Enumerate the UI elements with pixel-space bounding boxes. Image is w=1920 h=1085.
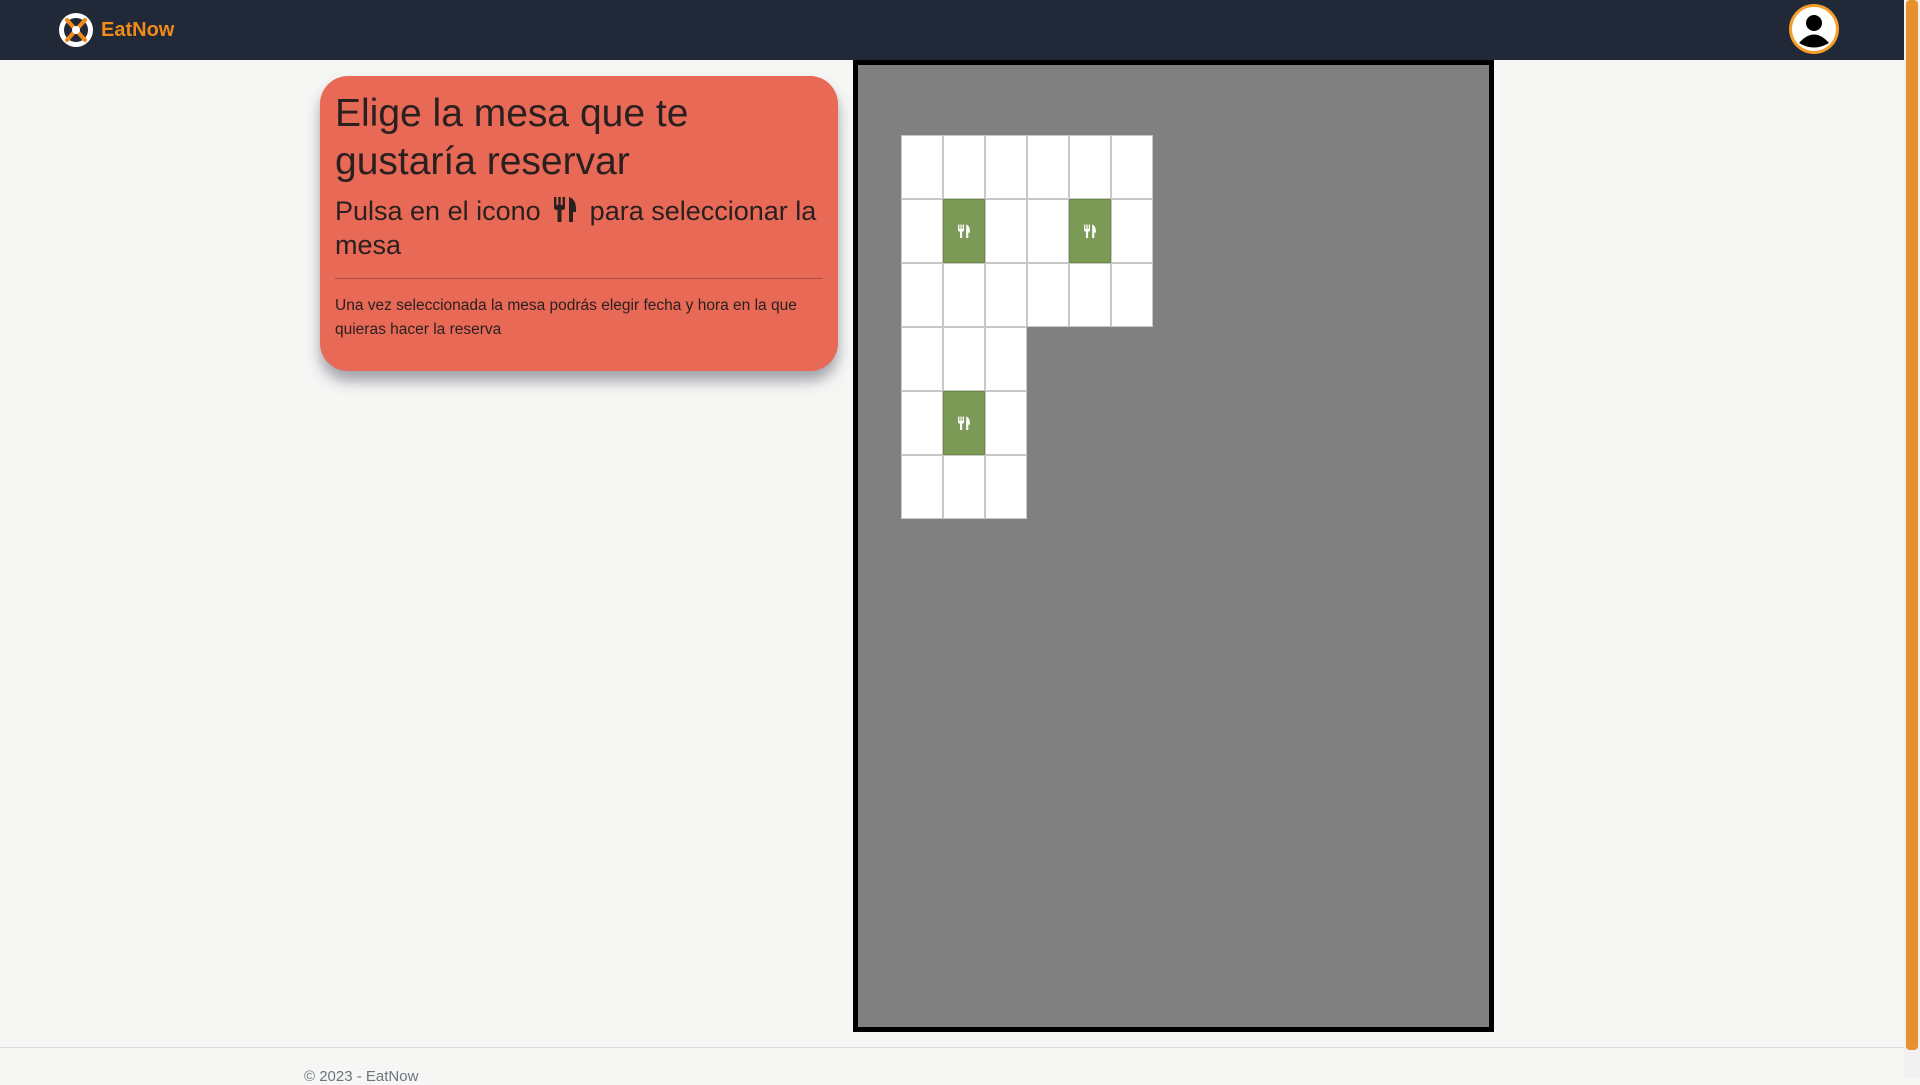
floor-tile — [943, 135, 985, 199]
floor-tile — [1111, 199, 1153, 263]
footer-copyright: © 2023 - EatNow — [304, 1068, 419, 1085]
table-select-button[interactable] — [943, 199, 985, 263]
floor-tile — [985, 263, 1027, 327]
floor-tile — [901, 327, 943, 391]
user-avatar-icon — [1792, 7, 1836, 51]
top-navbar: EatNow — [0, 0, 1904, 60]
eatnow-logo-icon — [59, 13, 93, 47]
table-select-button[interactable] — [1069, 199, 1111, 263]
utensils-icon — [554, 197, 577, 222]
utensils-icon — [1084, 224, 1096, 238]
floor-tile — [985, 455, 1027, 519]
floor-tile — [985, 135, 1027, 199]
brand-link[interactable]: EatNow — [58, 10, 174, 50]
subtitle-text-before: Pulsa en el icono — [335, 196, 541, 226]
page-footer: © 2023 - EatNow — [0, 1047, 1904, 1085]
table-select-button[interactable] — [943, 391, 985, 455]
floor-tile — [901, 391, 943, 455]
floor-tile — [1027, 199, 1069, 263]
utensils-icon — [958, 224, 970, 238]
page-title: Elige la mesa que te gustaría reservar — [335, 92, 689, 183]
floor-tile — [901, 199, 943, 263]
instructions-subtitle: Pulsa en el icono para seleccionar la me… — [335, 194, 823, 262]
floor-tile — [985, 327, 1027, 391]
restaurant-floor-plan — [853, 60, 1494, 1032]
utensils-icon — [958, 416, 970, 430]
floor-tile — [1111, 135, 1153, 199]
floor-tile — [901, 135, 943, 199]
page-scrollbar-thumb[interactable] — [1906, 0, 1918, 1050]
floor-tile — [985, 199, 1027, 263]
floor-tile — [943, 327, 985, 391]
user-menu-button[interactable] — [1789, 4, 1839, 54]
floor-tile — [943, 455, 985, 519]
instructions-note: Una vez seleccionada la mesa podrás eleg… — [335, 297, 797, 338]
instructions-card: Elige la mesa que te gustaría reservar P… — [320, 76, 838, 371]
floor-tile — [901, 455, 943, 519]
floor-tile — [985, 391, 1027, 455]
floor-tile — [943, 263, 985, 327]
floor-tile — [1069, 263, 1111, 327]
floor-tile — [901, 263, 943, 327]
floor-tile — [1069, 135, 1111, 199]
card-divider — [335, 278, 823, 279]
floor-tile — [1027, 135, 1069, 199]
floor-tile — [1111, 263, 1153, 327]
brand-name: EatNow — [101, 18, 175, 41]
floor-tile — [1027, 263, 1069, 327]
